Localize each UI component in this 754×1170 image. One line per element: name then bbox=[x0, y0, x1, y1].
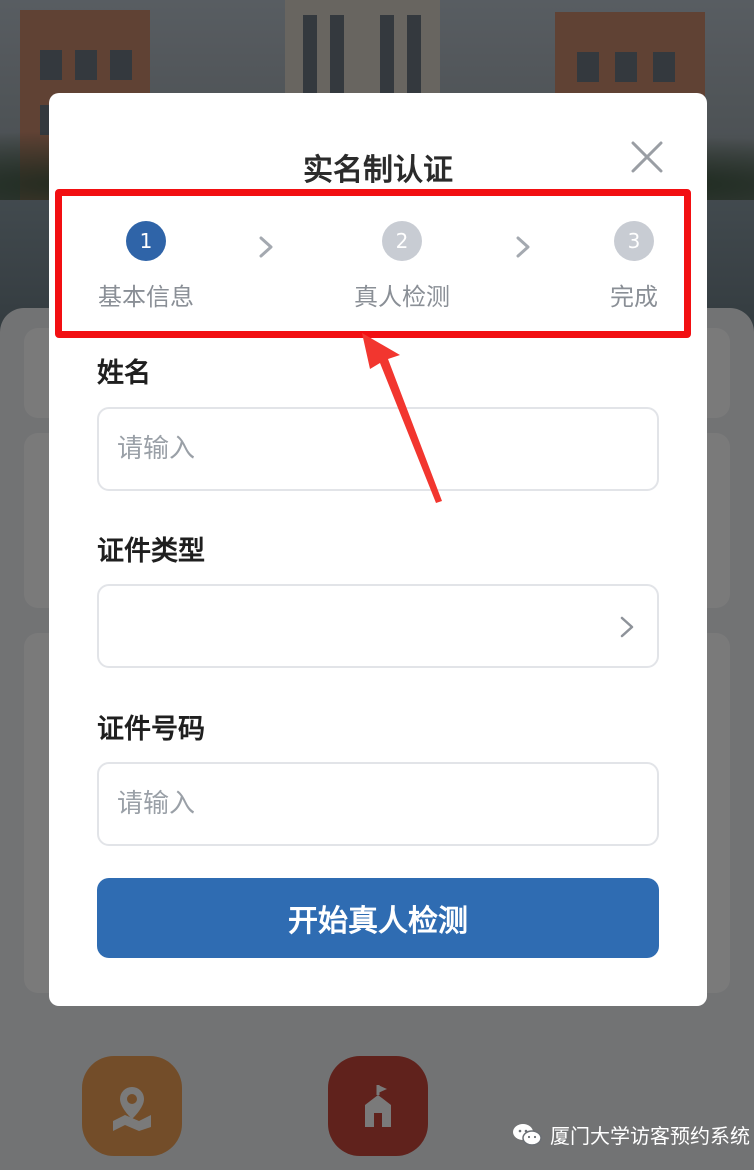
name-field[interactable] bbox=[97, 407, 659, 491]
name-input[interactable] bbox=[117, 434, 639, 464]
real-name-auth-modal: 实名制认证 1 基本信息 2 真人检测 3 完成 姓名 证件类型 证件号码 开始… bbox=[49, 93, 707, 1006]
wechat-icon bbox=[513, 1123, 542, 1146]
step-liveness: 2 真人检测 bbox=[352, 221, 452, 312]
watermark-text: 厦门大学访客预约系统 bbox=[550, 1124, 750, 1148]
chevron-right-icon bbox=[516, 236, 530, 258]
id-number-input[interactable] bbox=[117, 789, 639, 819]
id-type-select[interactable] bbox=[97, 584, 659, 668]
step-label: 完成 bbox=[610, 283, 658, 311]
start-liveness-button[interactable]: 开始真人检测 bbox=[97, 878, 659, 958]
id-number-label: 证件号码 bbox=[97, 714, 205, 745]
name-label: 姓名 bbox=[97, 358, 151, 389]
chevron-right-icon bbox=[259, 236, 273, 258]
id-type-label: 证件类型 bbox=[97, 536, 205, 567]
step-label: 真人检测 bbox=[354, 283, 450, 311]
progress-steps: 1 基本信息 2 真人检测 3 完成 bbox=[49, 93, 707, 333]
id-number-field[interactable] bbox=[97, 762, 659, 846]
step-number: 2 bbox=[382, 221, 422, 261]
step-complete: 3 完成 bbox=[594, 221, 674, 312]
chevron-right-icon bbox=[620, 616, 634, 638]
step-number: 1 bbox=[126, 221, 166, 261]
step-basic-info: 1 基本信息 bbox=[96, 221, 196, 312]
step-label: 基本信息 bbox=[98, 283, 194, 311]
watermark: 厦门大学访客预约系统 bbox=[512, 1120, 750, 1149]
step-number: 3 bbox=[614, 221, 654, 261]
